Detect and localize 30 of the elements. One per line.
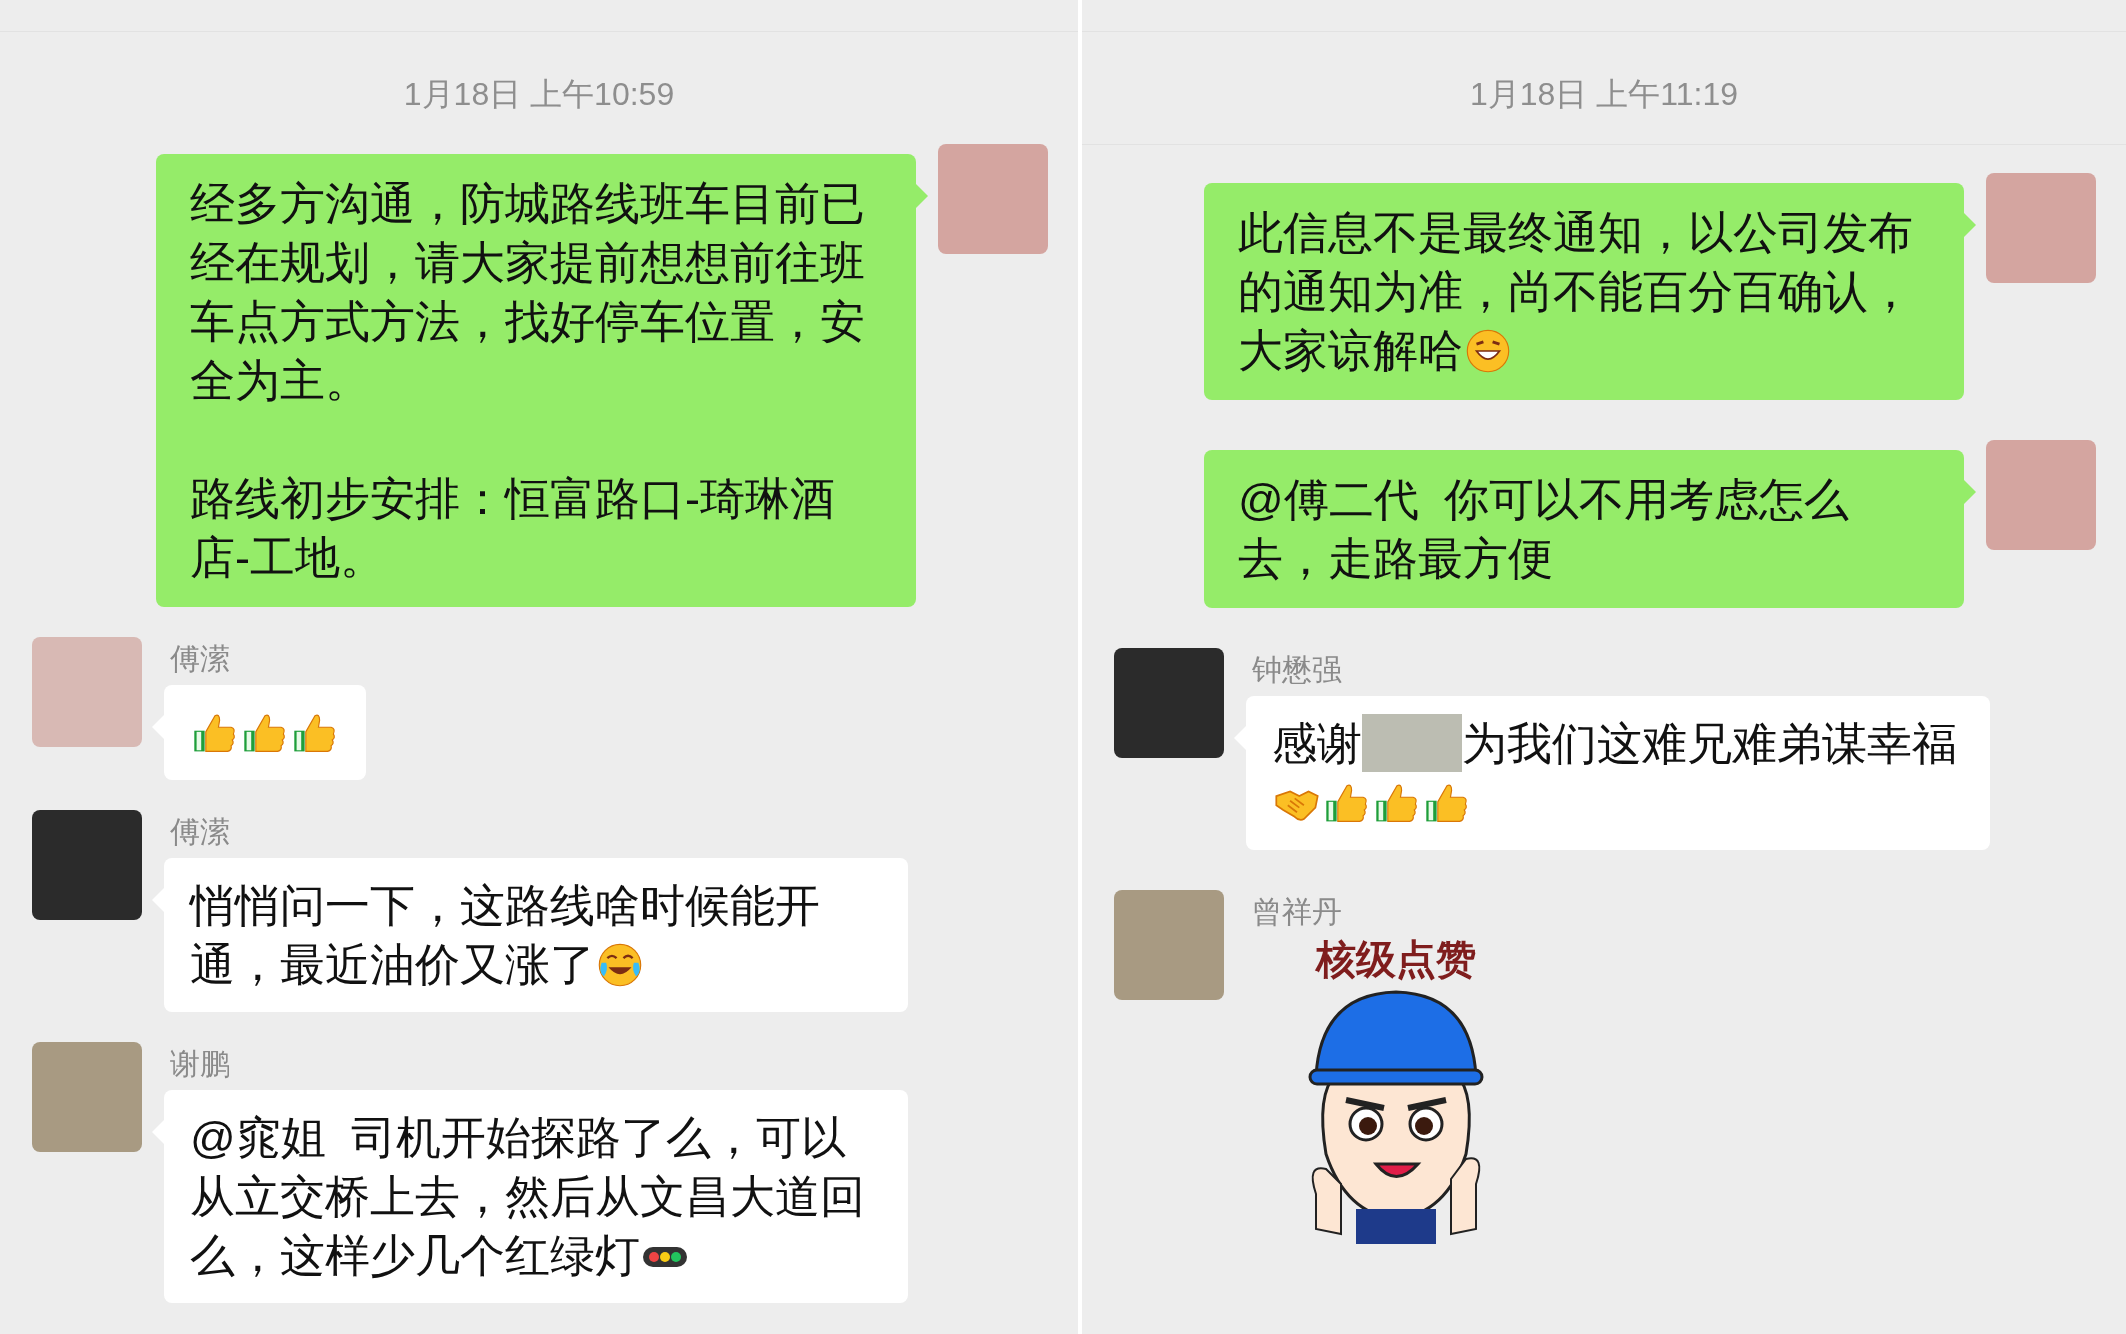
avatar-photo[interactable] [1114, 648, 1224, 758]
avatar-photo[interactable] [938, 144, 1048, 254]
sticker-caption: 核级点赞 [1316, 936, 1476, 983]
sender-name: 傅潆 [170, 641, 230, 677]
message-text: 经多方沟通，防城路线班车目前已经在规划，请大家提前想想前往班车点方式方法，找好停车位置，安全为主。 [190, 177, 866, 408]
avatar-photo[interactable] [1986, 173, 2096, 283]
grinning-face-icon [1465, 328, 1511, 374]
sender-name: 傅潆 [170, 814, 230, 850]
message-text: 大家谅解哈 [1238, 324, 1463, 378]
avatar-photo[interactable] [32, 637, 142, 747]
laughing-crying-face-icon [597, 942, 643, 988]
sender-name: 曾祥丹 [1252, 894, 1342, 930]
message-text: 通，最近油价又涨了 [190, 938, 595, 992]
avatar-photo[interactable] [1986, 440, 2096, 550]
message-text: 悄悄问一下，这路线啥时候能开 [190, 879, 820, 933]
timestamp: 1月18日 上午11:19 [1470, 75, 1738, 114]
sender-name: 谢鹏 [170, 1046, 230, 1082]
sender-name: 钟懋强 [1252, 652, 1342, 688]
message-text: 么，这样少几个红绿灯 [190, 1229, 640, 1283]
avatar-photo[interactable] [32, 810, 142, 920]
traffic-light-icon [642, 1245, 688, 1269]
message-text: 路线初步安排：恒富路口-琦琳酒店-工地。 [190, 472, 836, 585]
message-text: 此信息不是最终通知，以公司发布的通知为准，尚不能百分百确认， [1238, 206, 1914, 319]
message-text: 感谢 [1272, 717, 1362, 771]
timestamp: 1月18日 上午10:59 [403, 75, 675, 114]
message-text: 为我们这难兄难弟谋幸福 [1462, 717, 1957, 771]
message-text: @傅二代 你可以不用考虑怎么去，走路最方便 [1238, 473, 1850, 586]
message-text: @窕姐 司机开始探路了么，可以从立交桥上去，然后从文昌大道回 [190, 1111, 866, 1224]
avatar-photo[interactable] [1114, 890, 1224, 1000]
avatar-photo[interactable] [32, 1042, 142, 1152]
